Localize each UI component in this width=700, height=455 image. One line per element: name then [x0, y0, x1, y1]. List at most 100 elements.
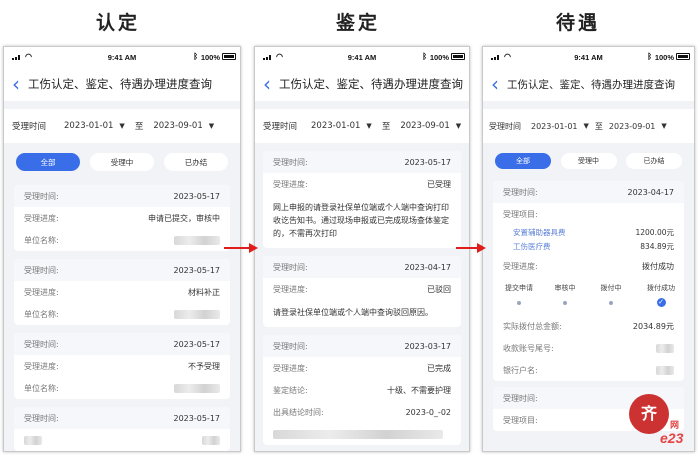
- record-row: 单位名称:: [14, 303, 230, 325]
- page-title: 工伤认定、鉴定、待遇办理进度查询: [279, 77, 463, 91]
- record-card[interactable]: 受理时间: 2023-05-17 受理进度: 申请已提交，审核中 单位名称:: [14, 185, 230, 251]
- tab-completed[interactable]: 已办结: [164, 153, 228, 171]
- bluetooth-icon: ᛒ: [647, 52, 652, 61]
- record-card[interactable]: 受理时间: 2023-04-17 受理进度: 已驳回 请登录社保单位端或个人端中查询…: [263, 256, 461, 327]
- row-label: 受理项目:: [503, 209, 538, 219]
- row-label: 受理时间:: [503, 393, 538, 403]
- row-value: 申请已提交，审核中: [148, 213, 220, 223]
- record-row: 收款账号尾号:: [493, 337, 684, 359]
- caret-down-icon[interactable]: ▼: [366, 122, 371, 130]
- row-value: 2023-05-17: [404, 157, 452, 167]
- row-label: 受理时间:: [273, 341, 308, 351]
- record-card[interactable]: 受理时间: 2023-05-17 受理进度: 不予受理 单位名称:: [14, 333, 230, 399]
- step-label: 提交申请: [505, 284, 533, 292]
- date-filter: 受理时间 2023-01-01 ▼ 至 2023-09-01 ▼: [4, 109, 240, 143]
- row-value: 2023-05-17: [173, 413, 221, 423]
- benefit-item: 安置辅助器具费 1200.00元: [513, 225, 674, 239]
- benefit-items: 安置辅助器具费 1200.00元 工伤医疗费 834.89元: [493, 225, 684, 255]
- end-date-select[interactable]: 2023-09-01: [400, 121, 449, 131]
- record-card[interactable]: 受理时间: 2023-05-17 受理进度: 已受理 网上申报的请登录社保单位端或个…: [263, 151, 461, 248]
- start-date-select[interactable]: 2023-01-01: [311, 121, 360, 131]
- date-range-separator: 至: [381, 122, 391, 132]
- benefit-item-amount: 1200.00元: [635, 227, 674, 237]
- record-row: 受理进度: 材料补正: [14, 281, 230, 303]
- record-card[interactable]: 受理时间: 2023-04-17 受理项目: 安置辅助器具费 1200.00元 工伤…: [493, 181, 684, 381]
- row-label: 受理进度:: [273, 284, 308, 294]
- back-arrow-icon[interactable]: ‹: [4, 74, 28, 94]
- caret-down-icon[interactable]: ▼: [584, 122, 589, 130]
- step-dot: [517, 301, 521, 305]
- caret-down-icon[interactable]: ▼: [119, 122, 124, 130]
- status-bar: ◠ 9:41 AM ᛒ 100%: [255, 47, 469, 67]
- flow-arrow-icon: [456, 243, 486, 253]
- heading-recognition: 认定: [96, 12, 141, 34]
- caret-down-icon[interactable]: ▼: [456, 122, 461, 130]
- row-value: 已完成: [427, 363, 451, 373]
- battery-icon: [451, 53, 465, 60]
- tab-in-progress[interactable]: 受理中: [90, 153, 154, 171]
- row-label: 受理时间:: [273, 157, 308, 167]
- date-range-separator: 至: [594, 121, 603, 131]
- record-row: 受理时间: 2023-04-17: [263, 256, 461, 278]
- heading-appraisal: 鉴定: [336, 12, 381, 34]
- status-tabs: 全部 受理中 已办结: [483, 143, 694, 175]
- tab-all[interactable]: 全部: [16, 153, 80, 171]
- record-row: [263, 423, 461, 445]
- row-label: 受理进度:: [24, 287, 59, 297]
- record-card[interactable]: 受理时间: 2023-05-17: [14, 407, 230, 451]
- date-filter-label: 受理时间: [489, 121, 521, 131]
- row-label: 受理项目:: [503, 415, 538, 425]
- row-value: 2023-03-17: [404, 341, 452, 351]
- row-label: 单位名称:: [24, 235, 59, 245]
- nav-bar: ‹ 工伤认定、鉴定、待遇办理进度查询: [255, 67, 469, 101]
- step-label: 审核中: [554, 284, 576, 292]
- end-date-select[interactable]: 2023-09-01: [153, 121, 202, 131]
- watermark-logo: 齐: [629, 394, 669, 434]
- tab-completed[interactable]: 已办结: [626, 153, 682, 169]
- bluetooth-icon: ᛒ: [193, 52, 198, 61]
- row-label: 受理进度:: [273, 363, 308, 373]
- row-label: 受理进度:: [24, 361, 59, 371]
- back-arrow-icon[interactable]: ‹: [483, 74, 507, 94]
- row-value: 2023-04-17: [404, 262, 452, 272]
- record-row: 受理时间: 2023-04-17: [493, 181, 684, 203]
- caret-down-icon[interactable]: ▼: [209, 122, 214, 130]
- row-label: 受理时间:: [24, 265, 59, 275]
- benefit-item-name: 工伤医疗费: [513, 241, 551, 251]
- status-bar: ◠ 9:41 AM ᛒ 100%: [483, 47, 694, 67]
- row-label: 受理时间:: [503, 187, 538, 197]
- back-arrow-icon[interactable]: ‹: [255, 74, 279, 94]
- step-label: 拨付中: [600, 284, 622, 292]
- end-date-select[interactable]: 2023-09-01: [609, 122, 656, 131]
- benefit-item-name: 安置辅助器具费: [513, 227, 566, 237]
- flow-arrow-icon: [224, 243, 258, 253]
- record-note: 请登录社保单位端或个人端中查询驳回原因。: [273, 308, 433, 317]
- record-row: 受理进度: 不予受理: [14, 355, 230, 377]
- progress-step: 拨付中: [591, 283, 631, 305]
- start-date-select[interactable]: 2023-01-01: [64, 121, 113, 131]
- row-label: 单位名称:: [24, 383, 59, 393]
- start-date-select[interactable]: 2023-01-01: [531, 122, 578, 131]
- tab-in-progress[interactable]: 受理中: [560, 153, 617, 169]
- row-value: 已驳回: [427, 284, 451, 294]
- caret-down-icon[interactable]: ▼: [661, 122, 666, 130]
- page-title: 工伤认定、鉴定、待遇办理进度查询: [507, 78, 675, 91]
- check-icon: ✓: [656, 298, 666, 307]
- battery-icon: [222, 53, 236, 60]
- date-filter-label: 受理时间: [263, 122, 298, 132]
- redacted-value: [174, 383, 220, 393]
- row-label: 受理进度:: [503, 261, 538, 271]
- tab-all[interactable]: 全部: [495, 153, 551, 169]
- phone-screen-appraisal: ◠ 9:41 AM ᛒ 100% ‹ 工伤认定、鉴定、待遇办理进度查询 受理时间…: [254, 46, 470, 452]
- record-row: 受理时间: 2023-05-17: [14, 259, 230, 281]
- record-row: [14, 429, 230, 451]
- progress-steps: 提交申请 审核中 拨付中 拨付成功 ✓: [503, 277, 675, 315]
- benefit-item: 工伤医疗费 834.89元: [513, 239, 674, 253]
- watermark-text: e23: [660, 430, 684, 446]
- date-filter: 受理时间 2023-01-01 ▼ 至 2023-09-01 ▼: [255, 109, 469, 143]
- record-card[interactable]: 受理时间: 2023-03-17 受理进度: 已完成 鉴定结论: 十级、不需要护理 出…: [263, 335, 461, 445]
- record-card[interactable]: 受理时间: 2023-05-17 受理进度: 材料补正 单位名称:: [14, 259, 230, 325]
- row-value: 十级、不需要护理: [387, 385, 451, 395]
- status-bar: ◠ 9:41 AM ᛒ 100%: [4, 47, 240, 67]
- row-label: 银行户名:: [503, 365, 538, 375]
